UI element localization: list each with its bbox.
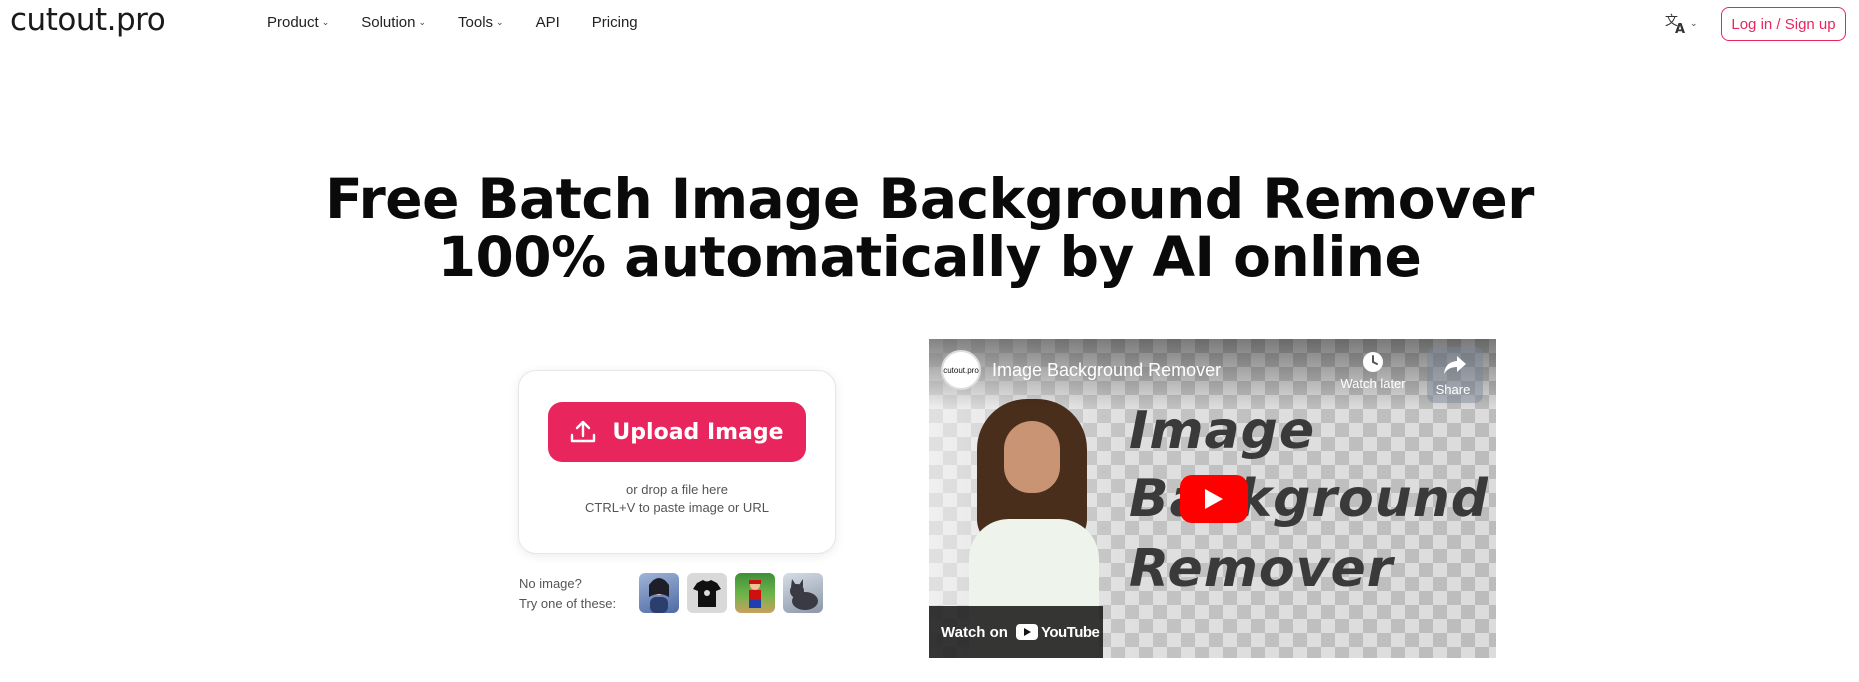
video-overlay-word: Image	[1129, 401, 1316, 461]
sample-images-label: No image? Try one of these:	[519, 574, 616, 614]
sample-thumbnail-woman[interactable]	[639, 573, 679, 613]
nav-item-product[interactable]: Product ⌄	[267, 14, 329, 31]
nav-item-solution[interactable]: Solution ⌄	[361, 14, 426, 31]
title-line-1: Free Batch Image Background Remover	[325, 167, 1534, 231]
share-button[interactable]: Share	[1427, 347, 1483, 403]
translate-icon: 文 A	[1665, 14, 1685, 34]
watch-later-button[interactable]: Watch later	[1333, 351, 1413, 391]
nav-item-label: API	[535, 14, 560, 31]
upload-button-label: Upload Image	[612, 419, 784, 445]
chevron-down-icon: ⌄	[321, 17, 330, 27]
sample-label-line-2: Try one of these:	[519, 596, 617, 611]
channel-avatar-text: cutout.pro	[943, 365, 979, 375]
language-selector[interactable]: 文 A ⌄	[1664, 12, 1698, 34]
nav-item-label: Solution	[361, 14, 416, 31]
channel-avatar[interactable]: cutout.pro	[941, 350, 981, 390]
nav-item-label: Pricing	[591, 14, 638, 31]
drop-instructions: or drop a file here CTRL+V to paste imag…	[519, 481, 835, 517]
video-embed[interactable]: Image Background Remover cutout.pro Imag…	[929, 339, 1496, 658]
top-header: cutout.pro Product ⌄ Solution ⌄ Tools ⌄ …	[0, 0, 1859, 48]
nav-item-tools[interactable]: Tools ⌄	[458, 14, 504, 31]
watch-later-label: Watch later	[1340, 376, 1406, 391]
nav-item-label: Tools	[458, 14, 494, 31]
sample-label-line-1: No image?	[519, 576, 582, 591]
upload-dropzone[interactable]: Upload Image or drop a file here CTRL+V …	[518, 370, 836, 554]
upload-icon	[571, 420, 596, 443]
nav-item-api[interactable]: API	[536, 14, 560, 31]
nav-item-label: Product	[267, 14, 319, 31]
chevron-down-icon: ⌄	[418, 17, 427, 27]
chevron-down-icon: ⌄	[1690, 17, 1698, 28]
share-label: Share	[1435, 382, 1471, 397]
play-icon	[1205, 489, 1223, 509]
drop-file-text: or drop a file here	[626, 482, 728, 497]
face-shape	[1004, 421, 1060, 493]
chevron-down-icon: ⌄	[496, 17, 504, 27]
upload-image-button[interactable]: Upload Image	[548, 402, 806, 462]
nav-item-pricing[interactable]: Pricing	[592, 14, 638, 31]
video-overlay-word: Remover	[1129, 539, 1394, 599]
youtube-logo: YouTube	[1015, 623, 1100, 641]
youtube-wordmark: YouTube	[1040, 623, 1100, 641]
sample-thumbnails	[639, 573, 823, 613]
login-signup-button[interactable]: Log in / Sign up	[1721, 7, 1846, 41]
svg-text:A: A	[1675, 22, 1685, 34]
paste-hint-text: CTRL+V to paste image or URL	[585, 500, 769, 515]
youtube-play-icon	[1015, 624, 1038, 640]
watch-on-youtube-button[interactable]: Watch on YouTube	[929, 606, 1103, 658]
main-nav: Product ⌄ Solution ⌄ Tools ⌄ API Pricing	[267, 14, 638, 31]
title-line-2: 100% automatically by AI online	[437, 225, 1422, 289]
video-title[interactable]: Image Background Remover	[992, 360, 1221, 381]
play-button[interactable]	[1180, 475, 1248, 523]
sample-thumbnail-cat[interactable]	[783, 573, 823, 613]
page-title: Free Batch Image Background Remover 100%…	[0, 170, 1859, 286]
sample-thumbnail-figure[interactable]	[735, 573, 775, 613]
share-icon	[1444, 356, 1466, 374]
site-logo[interactable]: cutout.pro	[10, 2, 166, 38]
clock-icon	[1363, 352, 1383, 372]
watch-on-label: Watch on	[941, 623, 1008, 641]
sample-thumbnail-tshirt[interactable]	[687, 573, 727, 613]
